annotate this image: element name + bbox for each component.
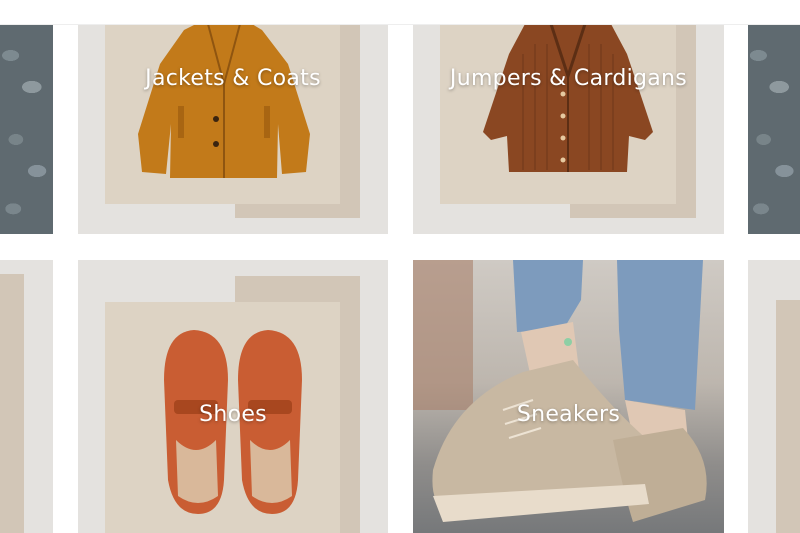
category-tile-jackets-coats[interactable]: Jackets & Coats [78, 24, 388, 234]
category-tile-partial-right[interactable] [748, 24, 800, 234]
category-label: Shoes [199, 402, 267, 427]
category-tile-jumpers-cardigans[interactable]: Jumpers & Cardigans [413, 24, 724, 234]
top-bar [0, 0, 800, 25]
category-label: Sneakers [516, 402, 621, 427]
coat-icon [138, 24, 310, 178]
sneakers-photo [413, 260, 707, 522]
category-tile-shoes[interactable]: Shoes [78, 260, 388, 533]
category-tile-partial-right-2[interactable] [748, 260, 800, 533]
category-tile-partial-left-2[interactable] [0, 260, 53, 533]
category-tile-partial-left[interactable] [0, 24, 53, 234]
loafers-icon [164, 330, 302, 514]
category-tile-sneakers[interactable]: Sneakers [413, 260, 724, 533]
cardigan-icon [483, 24, 653, 172]
category-label: Jumpers & Cardigans [449, 66, 688, 91]
category-label: Jackets & Coats [145, 66, 321, 91]
